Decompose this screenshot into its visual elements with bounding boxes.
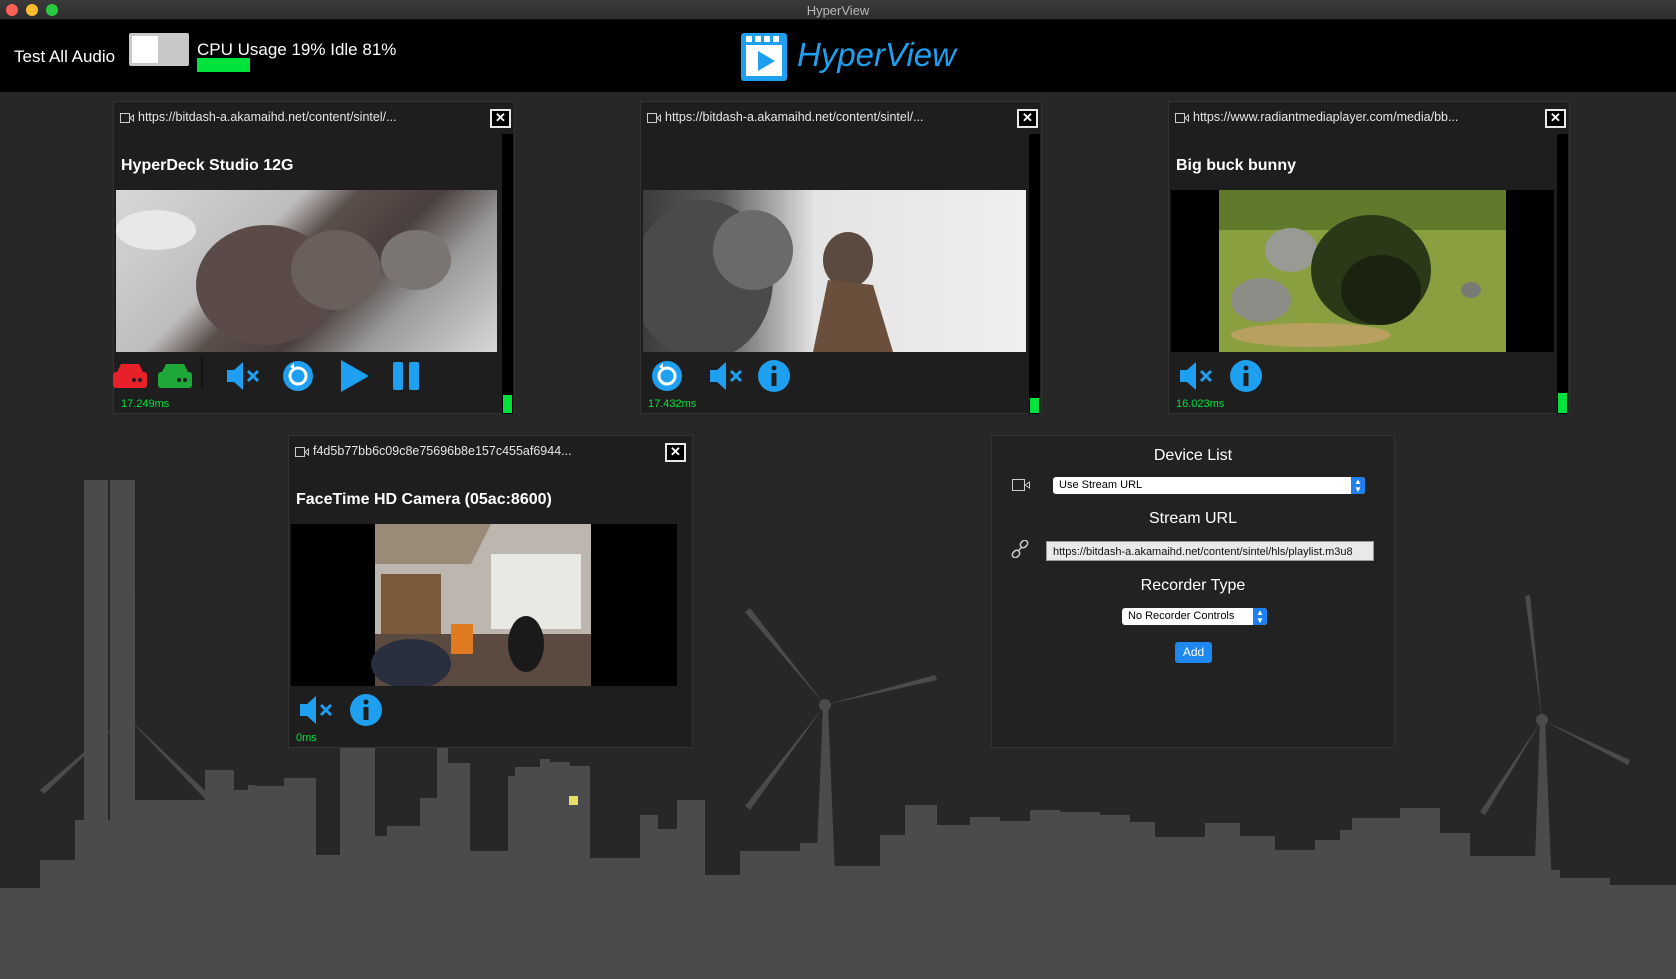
cpu-usage-label: CPU Usage 19% Idle 81% — [197, 40, 397, 59]
stream-panel-2: https://bitdash-a.akamaihd.net/content/s… — [640, 101, 1042, 414]
video-preview[interactable] — [1171, 190, 1554, 352]
stream-url-label: https://www.radiantmediaplayer.com/media… — [1193, 110, 1459, 124]
hyperview-logo-icon — [741, 33, 787, 81]
mute-icon[interactable] — [1178, 358, 1214, 394]
stream-url-input[interactable]: https://bitdash-a.akamaihd.net/content/s… — [1046, 541, 1374, 561]
top-bar: Test All Audio CPU Usage 19% Idle 81% Hy… — [0, 20, 1676, 92]
stream-panel-4: f4d5b77bb6c09c8e75696b8e157c455af6944...… — [288, 435, 693, 748]
hyperview-logo-text: HyperView — [797, 36, 956, 73]
panel-header: https://bitdash-a.akamaihd.net/content/s… — [641, 102, 1041, 134]
info-icon[interactable] — [1228, 358, 1264, 394]
select-arrows-icon: ▲ ▼ — [1253, 608, 1267, 625]
hyperview-window: HyperView Test All Audio CPU Usage 19% I… — [0, 0, 1676, 979]
stream-url-label: f4d5b77bb6c09c8e75696b8e157c455af6944... — [313, 444, 572, 458]
close-panel-button[interactable]: ✕ — [1017, 109, 1038, 128]
stream-panel-3: https://www.radiantmediaplayer.com/media… — [1168, 101, 1570, 414]
device-select-value: Use Stream URL — [1059, 479, 1143, 491]
video-frame — [291, 524, 677, 686]
camera-icon — [295, 447, 309, 457]
test-all-audio-label: Test All Audio — [14, 47, 116, 66]
info-icon[interactable] — [756, 358, 792, 394]
cpu-usage-bar — [197, 58, 250, 72]
audio-level-fill — [503, 395, 512, 413]
stream-url-label: https://bitdash-a.akamaihd.net/content/s… — [665, 110, 924, 124]
audio-level-fill — [1558, 393, 1567, 413]
panel-header: https://www.radiantmediaplayer.com/media… — [1169, 102, 1569, 134]
audio-level-meter — [1557, 134, 1568, 414]
latency-label: 17.432ms — [648, 398, 697, 410]
panel-title: Big buck bunny — [1176, 157, 1296, 174]
select-arrows-icon: ▲ ▼ — [1351, 477, 1365, 494]
camera-icon — [647, 113, 661, 123]
video-frame — [116, 210, 451, 345]
close-panel-button[interactable]: ✕ — [665, 443, 686, 462]
play-icon[interactable] — [336, 358, 372, 394]
window-title: HyperView — [806, 3, 870, 18]
audio-level-meter — [1029, 134, 1040, 414]
latency-label: 17.249ms — [121, 398, 170, 410]
latency-label: 16.023ms — [1176, 398, 1225, 410]
panel-header: https://bitdash-a.akamaihd.net/content/s… — [114, 102, 514, 134]
video-frame — [643, 200, 893, 352]
mute-icon[interactable] — [708, 358, 744, 394]
video-preview[interactable] — [643, 190, 1026, 352]
mute-icon[interactable] — [298, 692, 334, 728]
device-list-panel: Device List Use Stream URL ▲ ▼ Stream URL… — [991, 435, 1395, 748]
recorder-select-value: No Recorder Controls — [1128, 610, 1235, 622]
recorder-type-heading: Recorder Type — [1140, 577, 1246, 594]
close-panel-button[interactable]: ✕ — [1545, 109, 1566, 128]
device-select[interactable]: Use Stream URL ▲ ▼ — [1053, 477, 1365, 494]
device-list-heading: Device List — [1153, 447, 1233, 464]
record-red-icon[interactable] — [111, 358, 147, 394]
panel-title: FaceTime HD Camera (05ac:8600) — [296, 491, 552, 508]
panel-header: f4d5b77bb6c09c8e75696b8e157c455af6944...… — [289, 436, 692, 468]
pause-icon[interactable] — [389, 358, 425, 394]
audio-level-fill — [1030, 398, 1039, 413]
divider — [201, 358, 203, 388]
video-preview[interactable] — [291, 524, 677, 686]
stream-panel-1: https://bitdash-a.akamaihd.net/content/s… — [113, 101, 515, 414]
loop-icon[interactable] — [280, 358, 316, 394]
test-all-audio-toggle[interactable] — [129, 33, 189, 66]
camera-icon — [120, 113, 134, 123]
record-green-icon[interactable] — [156, 358, 192, 394]
latency-label: 0ms — [296, 732, 317, 744]
loop-icon[interactable] — [649, 358, 685, 394]
add-button[interactable]: Add — [1175, 642, 1212, 663]
panel-title: HyperDeck Studio 12G — [121, 157, 294, 174]
toggle-knob — [132, 36, 158, 63]
info-icon[interactable] — [348, 692, 384, 728]
stream-url-label: https://bitdash-a.akamaihd.net/content/s… — [138, 110, 397, 124]
stream-url-heading: Stream URL — [1148, 510, 1238, 527]
mute-icon[interactable] — [225, 358, 261, 394]
close-panel-button[interactable]: ✕ — [490, 109, 511, 128]
camera-icon — [1175, 113, 1189, 123]
title-bar: HyperView — [0, 0, 1676, 20]
link-icon — [1011, 540, 1029, 558]
video-preview[interactable] — [116, 190, 497, 352]
video-frame — [1171, 190, 1554, 352]
audio-level-meter — [502, 134, 513, 414]
camera-icon — [1012, 479, 1030, 491]
recorder-type-select[interactable]: No Recorder Controls ▲ ▼ — [1122, 608, 1267, 625]
